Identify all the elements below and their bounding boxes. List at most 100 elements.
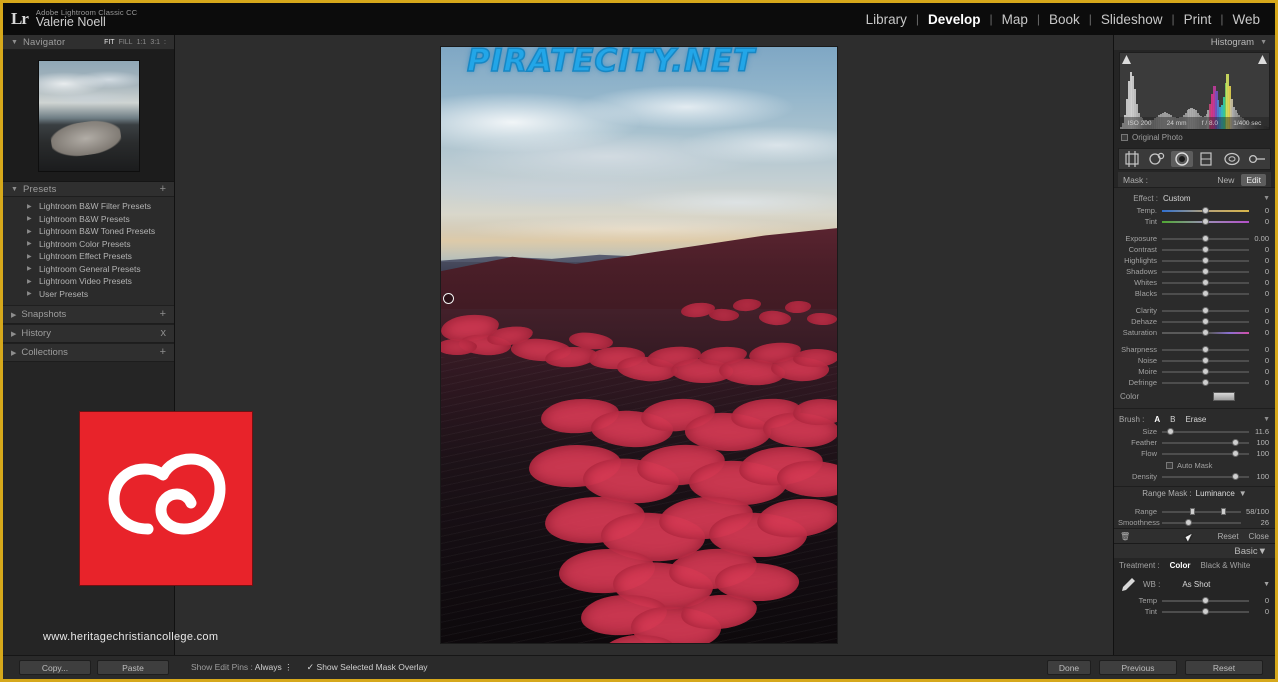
copy-button[interactable]: Copy... — [19, 660, 91, 675]
temp-track[interactable] — [1162, 595, 1249, 606]
module-develop[interactable]: Develop — [919, 12, 990, 27]
preset-item[interactable]: ▶ Lightroom Video Presets — [3, 275, 174, 288]
shadow-clipping-icon[interactable] — [1122, 55, 1131, 64]
dehaze-slider-row[interactable]: Dehaze 0 — [1114, 316, 1275, 327]
tint-handle[interactable] — [1202, 218, 1209, 225]
show-edit-pins-value[interactable]: Always — [255, 662, 282, 672]
graduated-filter-icon[interactable] — [1196, 151, 1218, 167]
highlights-handle[interactable] — [1202, 257, 1209, 264]
show-edit-pins-group[interactable]: Show Edit Pins : Always ⋮ — [191, 662, 293, 673]
contrast-slider-row[interactable]: Contrast 0 — [1114, 244, 1275, 255]
temp-handle[interactable] — [1202, 597, 1209, 604]
smoothness-slider-row[interactable]: Smoothness 26 — [1114, 517, 1275, 528]
module-slideshow[interactable]: Slideshow — [1092, 12, 1172, 27]
range-mask-header[interactable]: Range Mask : Luminance ▼ — [1114, 486, 1275, 500]
module-print[interactable]: Print — [1175, 12, 1221, 27]
temp-slider-row[interactable]: Temp. 0 — [1114, 205, 1275, 216]
navigator-zoom-31[interactable]: 3:1 — [150, 39, 160, 46]
temp-handle[interactable] — [1202, 207, 1209, 214]
density-handle[interactable] — [1231, 473, 1239, 480]
module-library[interactable]: Library — [857, 12, 916, 27]
basic-panel-header[interactable]: Basic ▼ — [1114, 543, 1275, 558]
range-slider-row[interactable]: Range 58/100 — [1114, 506, 1275, 517]
crop-overlay-icon[interactable] — [1121, 151, 1143, 167]
saturation-track[interactable] — [1162, 327, 1249, 338]
effect-row[interactable]: Effect : Custom ▼ — [1114, 191, 1275, 205]
module-book[interactable]: Book — [1040, 12, 1089, 27]
mask-edit-button[interactable]: Edit — [1241, 173, 1266, 186]
shadows-handle[interactable] — [1202, 268, 1209, 275]
range-min-handle[interactable] — [1189, 508, 1195, 515]
tint-slider-row[interactable]: Tint 0 — [1114, 216, 1275, 227]
clarity-slider-row[interactable]: Clarity 0 — [1114, 305, 1275, 316]
collections-header[interactable]: ▶ Collections + — [3, 343, 174, 362]
feather-handle[interactable] — [1231, 439, 1239, 446]
whites-slider-row[interactable]: Whites 0 — [1114, 277, 1275, 288]
feather-slider-row[interactable]: Feather 100 — [1114, 437, 1275, 448]
size-slider-row[interactable]: Size 11.6 — [1114, 426, 1275, 437]
defringe-slider-row[interactable]: Defringe 0 — [1114, 377, 1275, 388]
brush-a-button[interactable]: A — [1154, 415, 1160, 424]
moire-track[interactable] — [1162, 366, 1249, 377]
highlights-track[interactable] — [1162, 255, 1249, 266]
color-swatch[interactable] — [1213, 391, 1235, 401]
range-slider-track[interactable] — [1162, 506, 1241, 517]
defringe-track[interactable] — [1162, 377, 1249, 388]
temp-slider-row[interactable]: Temp 0 — [1114, 595, 1275, 606]
clarity-handle[interactable] — [1202, 307, 1209, 314]
presets-header[interactable]: ▼ Presets + — [3, 182, 174, 197]
tint-track[interactable] — [1162, 216, 1249, 227]
preset-item[interactable]: ▶ Lightroom B&W Toned Presets — [3, 225, 174, 238]
snapshots-header[interactable]: ▶ Snapshots + — [3, 305, 174, 324]
tint-track[interactable] — [1162, 606, 1249, 617]
noise-track[interactable] — [1162, 355, 1249, 366]
brush-b-button[interactable]: B — [1170, 415, 1175, 424]
preset-item[interactable]: ▶ Lightroom General Presets — [3, 263, 174, 276]
tint-handle[interactable] — [1202, 608, 1209, 615]
chevron-down-icon[interactable]: ▼ — [1263, 581, 1270, 588]
dehaze-track[interactable] — [1162, 316, 1249, 327]
done-button[interactable]: Done — [1047, 660, 1091, 675]
delete-icon[interactable]: 🗑 — [1120, 532, 1130, 541]
add-collection-icon[interactable]: + — [160, 347, 166, 358]
treatment-bw-button[interactable]: Black & White — [1201, 561, 1251, 570]
preset-item[interactable]: ▶ User Presets — [3, 288, 174, 301]
histogram[interactable]: ISO 200 24 mm f / 8.0 1/400 sec — [1119, 52, 1270, 130]
highlight-clipping-icon[interactable] — [1258, 55, 1267, 64]
blacks-track[interactable] — [1162, 288, 1249, 299]
moire-slider-row[interactable]: Moire 0 — [1114, 366, 1275, 377]
histogram-header[interactable]: Histogram ▼ — [1114, 35, 1275, 50]
navigator-preview[interactable] — [3, 50, 174, 182]
eyedropper-icon[interactable] — [1119, 576, 1137, 592]
noise-slider-row[interactable]: Noise 0 — [1114, 355, 1275, 366]
treatment-color-button[interactable]: Color — [1170, 561, 1191, 570]
original-photo-toggle[interactable]: Original Photo — [1114, 130, 1275, 146]
module-map[interactable]: Map — [993, 12, 1037, 27]
smoothness-slider-track[interactable] — [1162, 517, 1241, 528]
chevron-down-icon[interactable]: ⋮ — [284, 662, 293, 672]
history-header[interactable]: ▶ History x — [3, 324, 174, 343]
flow-handle[interactable] — [1231, 450, 1239, 457]
saturation-slider-row[interactable]: Saturation 0 — [1114, 327, 1275, 338]
paste-button[interactable]: Paste — [97, 660, 169, 675]
blacks-slider-row[interactable]: Blacks 0 — [1114, 288, 1275, 299]
navigator-zoom-fill[interactable]: FILL — [119, 39, 133, 46]
adjustment-brush-icon[interactable] — [1246, 151, 1268, 167]
chevron-down-icon[interactable]: ▼ — [1263, 195, 1270, 202]
navigator-zoom-[interactable]: : — [164, 39, 166, 46]
shadows-slider-row[interactable]: Shadows 0 — [1114, 266, 1275, 277]
navigator-header[interactable]: ▼ Navigator FIT FILL 1:1 3:1: — [3, 35, 174, 50]
wb-value[interactable]: As Shot — [1182, 580, 1210, 589]
sharpness-track[interactable] — [1162, 344, 1249, 355]
whites-track[interactable] — [1162, 277, 1249, 288]
spot-removal-icon[interactable] — [1146, 151, 1168, 167]
size-handle[interactable] — [1167, 428, 1175, 435]
tint-slider-row[interactable]: Tint 0 — [1114, 606, 1275, 617]
size-track[interactable] — [1162, 426, 1249, 437]
preset-item[interactable]: ▶ Lightroom Color Presets — [3, 238, 174, 251]
navigator-zoom-fit[interactable]: FIT — [104, 39, 115, 46]
edit-pin[interactable] — [443, 293, 454, 304]
exposure-track[interactable] — [1162, 233, 1249, 244]
show-mask-overlay-group[interactable]: ✓ Show Selected Mask Overlay — [307, 662, 428, 673]
radial-filter-icon[interactable] — [1221, 151, 1243, 167]
